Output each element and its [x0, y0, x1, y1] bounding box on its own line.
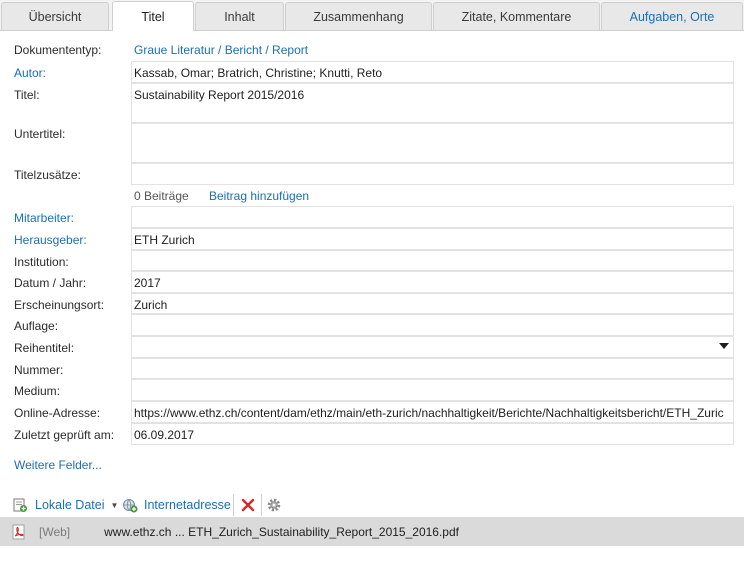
nummer-label: Nummer:	[14, 363, 64, 377]
lokale-datei-label: Lokale Datei	[35, 498, 105, 512]
datum-field[interactable]: 2017	[131, 271, 734, 293]
medium-field[interactable]	[131, 379, 734, 401]
settings-button[interactable]	[266, 496, 282, 514]
toolbar-separator	[233, 494, 234, 516]
attachment-name[interactable]: www.ethz.ch ... ETH_Zurich_Sustainabilit…	[104, 525, 459, 539]
titel-label: Titel:	[14, 88, 40, 102]
mitarbeiter-field[interactable]	[131, 206, 734, 228]
internet-address-icon	[123, 499, 138, 513]
internetadresse-button[interactable]: Internetadresse	[122, 496, 231, 514]
titelzusaetze-field[interactable]	[131, 163, 734, 185]
gear-icon	[267, 498, 281, 512]
lokale-datei-button[interactable]: Lokale Datei ▼	[12, 496, 118, 514]
titelzusaetze-label: Titelzusätze:	[14, 168, 81, 182]
delete-x-icon	[241, 498, 255, 512]
tab-uebersicht[interactable]: Übersicht	[1, 2, 109, 30]
zuletzt-geprueft-field[interactable]: 06.09.2017	[131, 423, 734, 445]
dokumententyp-link[interactable]: Graue Literatur / Bericht / Report	[134, 43, 308, 57]
tab-titel[interactable]: Titel	[112, 1, 194, 31]
herausgeber-label-link[interactable]: Herausgeber:	[14, 233, 87, 247]
local-file-icon	[13, 498, 27, 512]
reihentitel-select[interactable]	[131, 336, 734, 358]
institution-field[interactable]	[131, 250, 734, 271]
autor-label-link[interactable]: Autor:	[14, 66, 46, 80]
dropdown-arrow-icon[interactable]	[719, 343, 729, 349]
tab-zusammenhang[interactable]: Zusammenhang	[285, 2, 432, 30]
institution-label: Institution:	[14, 255, 69, 269]
zuletzt-geprueft-label: Zuletzt geprüft am:	[14, 428, 115, 442]
autor-field[interactable]: Kassab, Omar; Bratrich, Christine; Knutt…	[131, 61, 734, 83]
delete-button[interactable]	[240, 496, 256, 514]
beitrag-hinzufuegen-link[interactable]: Beitrag hinzufügen	[209, 189, 309, 203]
dokumententyp-label: Dokumententyp:	[14, 43, 102, 57]
toolbar-separator	[261, 494, 262, 516]
auflage-field[interactable]	[131, 314, 734, 336]
auflage-label: Auflage:	[14, 319, 59, 333]
attachment-row[interactable]: [Web] www.ethz.ch ... ETH_Zurich_Sustain…	[0, 517, 744, 546]
online-adresse-label: Online-Adresse:	[14, 406, 101, 420]
internetadresse-label: Internetadresse	[144, 498, 231, 512]
untertitel-field[interactable]	[131, 123, 734, 163]
weitere-felder-link[interactable]: Weitere Felder...	[14, 458, 102, 472]
titel-field[interactable]: Sustainability Report 2015/2016	[131, 83, 734, 123]
datum-label: Datum / Jahr:	[14, 276, 87, 290]
beitraege-count: 0 Beiträge	[134, 189, 189, 203]
nummer-field[interactable]	[131, 358, 734, 379]
attachment-type-tag: [Web]	[39, 524, 71, 539]
reihentitel-label: Reihentitel:	[14, 341, 75, 355]
tab-aufgaben-orte[interactable]: Aufgaben, Orte	[601, 2, 743, 30]
herausgeber-field[interactable]: ETH Zurich	[131, 228, 734, 250]
medium-label: Medium:	[14, 384, 61, 398]
tab-zitate-kommentare[interactable]: Zitate, Kommentare	[433, 2, 600, 30]
erscheinungsort-label: Erscheinungsort:	[14, 298, 105, 312]
online-adresse-field[interactable]: https://www.ethz.ch/content/dam/ethz/mai…	[131, 401, 734, 423]
erscheinungsort-field[interactable]: Zurich	[131, 293, 734, 314]
pdf-file-icon	[12, 524, 25, 539]
tab-inhalt[interactable]: Inhalt	[195, 2, 284, 30]
mitarbeiter-label-link[interactable]: Mitarbeiter:	[14, 211, 74, 225]
untertitel-label: Untertitel:	[14, 127, 66, 141]
chevron-down-icon[interactable]: ▼	[111, 501, 119, 510]
